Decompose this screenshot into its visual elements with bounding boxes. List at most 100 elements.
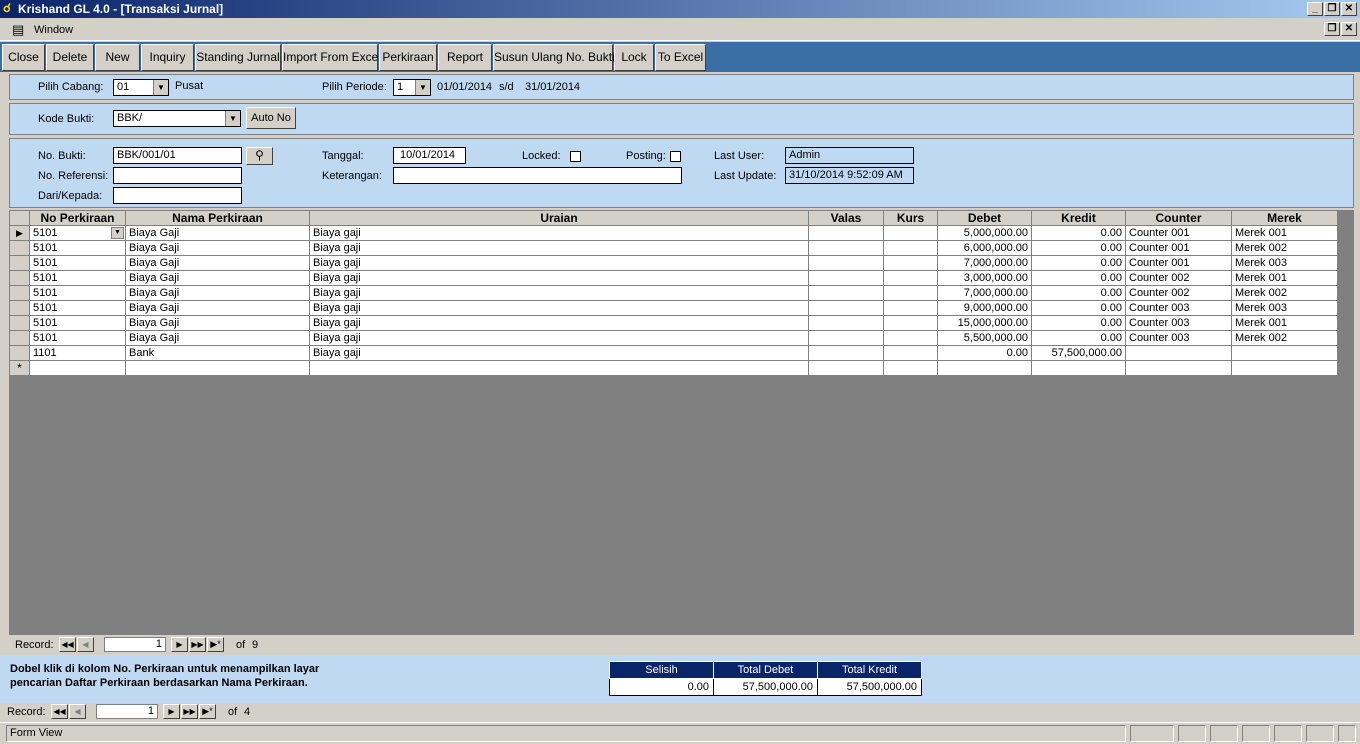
table-cell[interactable]: Biaya gaji <box>309 240 809 256</box>
col-header[interactable]: Kurs <box>883 210 938 226</box>
table-cell[interactable]: Merek 002 <box>1231 240 1338 256</box>
table-cell[interactable] <box>1231 345 1338 361</box>
kode-select[interactable]: BBK/ ▼ <box>113 110 241 127</box>
table-cell[interactable]: Biaya gaji <box>309 345 809 361</box>
doc-close-button[interactable]: ✕ <box>1341 22 1357 36</box>
table-cell[interactable] <box>808 255 884 271</box>
table-cell[interactable] <box>808 240 884 256</box>
inquiry-button[interactable]: Inquiry <box>141 44 194 71</box>
table-cell[interactable] <box>29 360 126 376</box>
table-cell[interactable] <box>125 360 310 376</box>
next-record-icon[interactable]: ▶ <box>163 704 180 719</box>
row-selector[interactable] <box>9 345 30 361</box>
col-header[interactable]: Kredit <box>1031 210 1126 226</box>
table-cell[interactable] <box>808 345 884 361</box>
table-row[interactable]: 5101 Biaya Gaji Biaya gaji 3,000,000.00 0.00… <box>9 270 1338 286</box>
table-cell[interactable] <box>883 300 938 316</box>
table-cell[interactable]: Counter 001 <box>1125 255 1232 271</box>
col-header[interactable]: Nama Perkiraan <box>125 210 310 226</box>
table-cell[interactable]: Biaya Gaji <box>125 255 310 271</box>
table-cell[interactable] <box>883 225 938 241</box>
table-cell[interactable]: 15,000,000.00 <box>937 315 1032 331</box>
table-cell[interactable] <box>883 360 938 376</box>
chevron-down-icon[interactable]: ▼ <box>415 80 430 95</box>
table-cell[interactable] <box>883 315 938 331</box>
last-record-icon[interactable]: ▶▶ <box>181 704 198 719</box>
dari-field[interactable] <box>113 187 242 204</box>
table-cell[interactable] <box>883 285 938 301</box>
prev-record-icon[interactable]: ◀ <box>77 637 94 652</box>
posting-checkbox[interactable] <box>670 151 681 162</box>
table-row[interactable]: 5101 Biaya Gaji Biaya gaji 5,500,000.00 0.00… <box>9 330 1338 346</box>
tanggal-field[interactable]: 10/01/2014 <box>393 147 466 164</box>
table-cell[interactable] <box>1031 360 1126 376</box>
no-bukti-field[interactable]: BBK/001/01 <box>113 147 242 164</box>
table-cell[interactable]: Biaya gaji <box>309 225 809 241</box>
table-cell[interactable]: 3,000,000.00 <box>937 270 1032 286</box>
cabang-select[interactable]: 01 ▼ <box>113 79 169 96</box>
row-selector[interactable] <box>9 330 30 346</box>
table-cell[interactable]: 6,000,000.00 <box>937 240 1032 256</box>
auto-no-button[interactable]: Auto No <box>246 107 296 129</box>
menu-window[interactable]: Window <box>34 24 73 36</box>
table-cell[interactable]: 5101 <box>29 285 126 301</box>
table-cell[interactable]: 0.00 <box>1031 255 1126 271</box>
table-cell[interactable]: Biaya gaji <box>309 315 809 331</box>
table-cell[interactable]: Counter 002 <box>1125 270 1232 286</box>
close-window-button[interactable]: ✕ <box>1341 2 1357 16</box>
col-header[interactable]: Valas <box>808 210 884 226</box>
table-cell[interactable] <box>883 345 938 361</box>
search-icon[interactable]: ⚲ <box>246 147 273 165</box>
table-cell[interactable]: Merek 002 <box>1231 330 1338 346</box>
standing-jurnal-button[interactable]: Standing Jurnal <box>195 44 281 71</box>
table-cell[interactable]: Biaya gaji <box>309 285 809 301</box>
table-row[interactable]: 5101 Biaya Gaji Biaya gaji 7,000,000.00 0.00… <box>9 285 1338 301</box>
form-record-field[interactable]: 1 <box>96 704 158 719</box>
table-cell[interactable] <box>1125 345 1232 361</box>
col-header[interactable]: Merek <box>1231 210 1338 226</box>
table-row[interactable]: 5101 Biaya Gaji Biaya gaji 9,000,000.00 0.00… <box>9 300 1338 316</box>
import-excel-button[interactable]: Import From Excel <box>282 44 381 71</box>
table-cell[interactable]: Counter 001 <box>1125 240 1232 256</box>
table-cell[interactable]: 0.00 <box>1031 285 1126 301</box>
table-cell[interactable]: 5101 <box>29 300 126 316</box>
table-cell[interactable]: 5,000,000.00 <box>937 225 1032 241</box>
table-cell[interactable]: Counter 001 <box>1125 225 1232 241</box>
table-row[interactable]: ▶ 5101 ▼ Biaya Gaji Biaya gaji 5,000,000.00 0.… <box>9 225 1338 241</box>
table-cell[interactable]: 5101 ▼ <box>29 225 126 241</box>
new-row[interactable]: * <box>9 360 1338 376</box>
row-selector[interactable] <box>9 300 30 316</box>
table-cell[interactable] <box>883 330 938 346</box>
restore-button[interactable]: ❐ <box>1324 2 1340 16</box>
table-cell[interactable]: Merek 003 <box>1231 300 1338 316</box>
new-button[interactable]: New <box>95 44 140 71</box>
minimize-button[interactable]: _ <box>1307 2 1323 16</box>
table-cell[interactable] <box>937 360 1032 376</box>
table-cell[interactable] <box>808 225 884 241</box>
table-cell[interactable]: Biaya Gaji <box>125 225 310 241</box>
table-cell[interactable]: 0.00 <box>1031 240 1126 256</box>
table-row[interactable]: 1101 Bank Biaya gaji 0.00 57,500,000.00 <box>9 345 1338 361</box>
row-selector[interactable] <box>9 255 30 271</box>
row-selector[interactable] <box>9 285 30 301</box>
table-cell[interactable]: Biaya gaji <box>309 330 809 346</box>
col-header[interactable]: Counter <box>1125 210 1232 226</box>
prev-record-icon[interactable]: ◀ <box>69 704 86 719</box>
table-cell[interactable] <box>808 300 884 316</box>
table-cell[interactable]: 5101 <box>29 270 126 286</box>
table-cell[interactable]: 7,000,000.00 <box>937 285 1032 301</box>
table-cell[interactable] <box>309 360 809 376</box>
row-selector[interactable] <box>9 315 30 331</box>
col-header[interactable]: Uraian <box>309 210 809 226</box>
table-cell[interactable] <box>883 240 938 256</box>
locked-checkbox[interactable] <box>570 151 581 162</box>
table-cell[interactable] <box>883 270 938 286</box>
table-cell[interactable] <box>808 330 884 346</box>
table-cell[interactable]: Biaya Gaji <box>125 330 310 346</box>
table-cell[interactable] <box>1125 360 1232 376</box>
table-cell[interactable] <box>808 360 884 376</box>
table-cell[interactable]: 1101 <box>29 345 126 361</box>
new-row-icon[interactable]: * <box>9 360 30 376</box>
table-cell[interactable]: Counter 003 <box>1125 300 1232 316</box>
table-cell[interactable]: Biaya Gaji <box>125 240 310 256</box>
